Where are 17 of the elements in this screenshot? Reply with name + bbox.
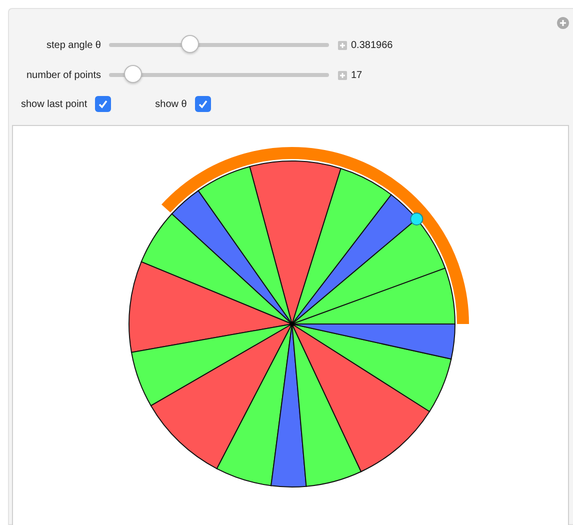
slider-thumb[interactable]	[124, 65, 142, 83]
checkbox[interactable]	[194, 96, 211, 112]
check-icon	[196, 98, 209, 110]
slider[interactable]	[109, 66, 329, 84]
slider-label: step angle θ	[46, 40, 101, 50]
slider-thumb[interactable]	[181, 35, 200, 53]
slider-label: number of points	[26, 70, 101, 80]
slider[interactable]	[109, 36, 329, 54]
checkbox-label: show last point	[21, 98, 88, 110]
slider-value: 0.381966	[351, 40, 393, 50]
slider-value: 17	[351, 70, 362, 80]
checkbox-label: show θ	[155, 98, 187, 110]
checkbox[interactable]	[95, 96, 112, 112]
add-icon[interactable]	[557, 17, 569, 29]
plus-icon[interactable]	[338, 70, 347, 80]
check-icon	[97, 98, 110, 110]
plus-icon[interactable]	[338, 40, 347, 50]
